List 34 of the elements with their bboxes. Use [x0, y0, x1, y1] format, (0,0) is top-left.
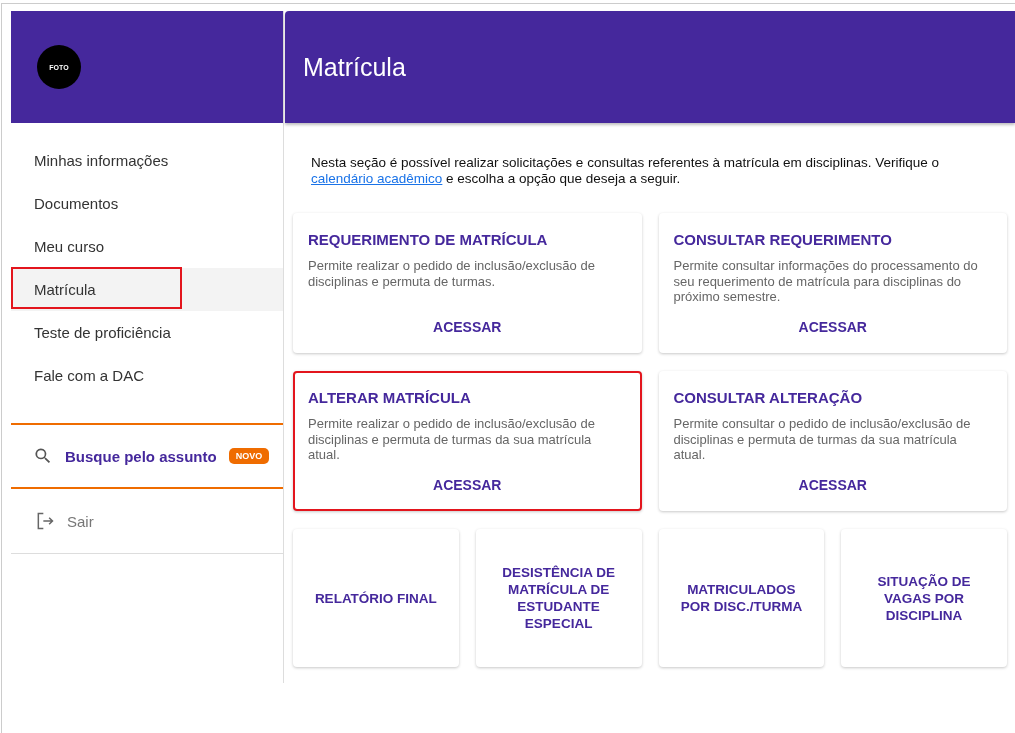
card-title: REQUERIMENTO DE MATRÍCULA: [308, 231, 549, 248]
card-description: Permite realizar o pedido de inclusão/exclusão de disciplinas e permuta de turmas.: [308, 258, 596, 291]
access-button[interactable]: ACESSAR: [425, 315, 510, 339]
option-tile[interactable]: SITUAÇÃO DE VAGAS POR DISCIPLINA: [841, 529, 1007, 667]
nav-item[interactable]: Meu curso: [11, 225, 283, 268]
new-badge: NOVO: [228, 448, 270, 464]
card-description: Permite consultar o pedido de inclusão/exclusão de disciplinas e permuta de turmas da sua matrícula atual.: [673, 416, 972, 464]
option-tile[interactable]: MATRICULADOS POR DISC./TURMA: [658, 529, 825, 667]
nav-item[interactable]: Fale com a DAC: [11, 354, 283, 397]
search-link[interactable]: Busque pelo assunto: [65, 447, 217, 465]
tile-label: DESISTÊNCIA DE MATRÍCULA DE ESTUDANTE ESPECIAL: [501, 564, 616, 632]
nav-item[interactable]: Documentos: [11, 182, 283, 225]
nav-item[interactable]: Teste de proficiência: [11, 311, 283, 354]
nav-item[interactable]: Matrícula: [11, 268, 283, 311]
tile-label: SITUAÇÃO DE VAGAS POR DISCIPLINA: [876, 572, 972, 624]
access-button[interactable]: ACESSAR: [425, 473, 510, 497]
card-title: CONSULTAR ALTERAÇÃO: [673, 389, 864, 406]
card-title: ALTERAR MATRÍCULA: [308, 389, 472, 406]
access-button[interactable]: ACESSAR: [790, 315, 875, 339]
tile-label: MATRICULADOS POR DISC./TURMA: [679, 581, 804, 615]
page-title: Matrícula: [303, 52, 406, 82]
option-tile[interactable]: RELATÓRIO FINAL: [293, 529, 459, 667]
logout-link[interactable]: Sair: [67, 512, 94, 530]
access-button[interactable]: ACESSAR: [790, 473, 875, 497]
card-description: Permite realizar o pedido de inclusão/exclusão de disciplinas e permuta de turmas da sua matrícula atual.: [308, 416, 596, 464]
card-description: Permite consultar informações do processamento do seu requerimento de matrícula para disciplinas do próximo semestre.: [673, 258, 979, 306]
tile-label: RELATÓRIO FINAL: [314, 589, 437, 607]
nav-item[interactable]: Minhas informações: [11, 139, 283, 182]
calendar-link[interactable]: calendário acadêmico: [311, 171, 443, 186]
intro-text: Nesta seção é possível realizar solicitações e consultas referentes à matrícula em disciplinas. Verifique o calendário acadêmico e escolha a opção que deseja a seguir.: [311, 155, 941, 187]
logout-icon[interactable]: [35, 511, 55, 531]
search-icon[interactable]: [33, 446, 53, 466]
option-tile[interactable]: DESISTÊNCIA DE MATRÍCULA DE ESTUDANTE ESPECIAL: [475, 529, 642, 667]
card-title: CONSULTAR REQUERIMENTO: [673, 231, 893, 248]
